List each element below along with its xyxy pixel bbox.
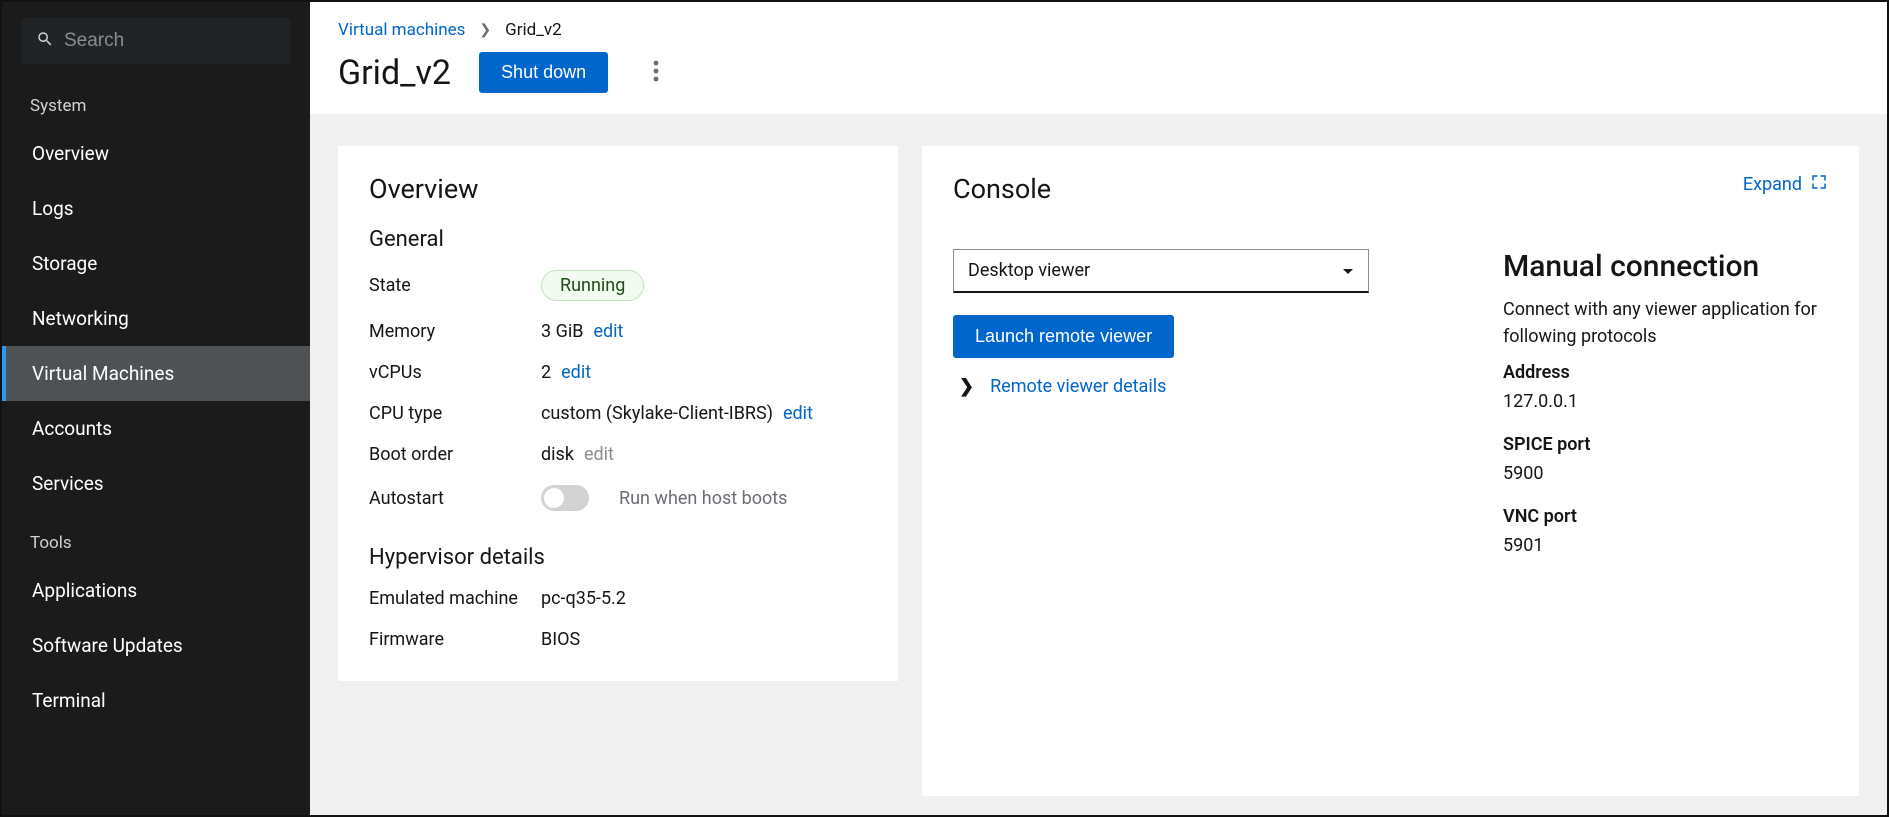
manual-connection-title: Manual connection — [1503, 249, 1828, 284]
search-icon — [36, 30, 54, 52]
spice-port-label: SPICE port — [1503, 434, 1828, 455]
sidebar-item-services[interactable]: Services — [2, 456, 310, 511]
kebab-icon — [653, 60, 659, 86]
vcpus-edit-link[interactable]: edit — [561, 362, 591, 383]
row-vcpus: vCPUs 2 edit — [369, 362, 867, 383]
kebab-menu-button[interactable] — [636, 53, 676, 93]
shutdown-button[interactable]: Shut down — [479, 52, 608, 93]
boot-order-edit-link: edit — [584, 444, 614, 465]
state-label: State — [369, 275, 541, 296]
top-bar: Virtual machines ❯ Grid_v2 Grid_v2 Shut … — [310, 2, 1887, 114]
sidebar-item-overview[interactable]: Overview — [2, 126, 310, 181]
expand-label: Expand — [1743, 174, 1802, 195]
breadcrumb-parent[interactable]: Virtual machines — [338, 20, 465, 40]
sidebar-item-networking[interactable]: Networking — [2, 291, 310, 346]
search-input[interactable] — [64, 30, 276, 52]
autostart-desc: Run when host boots — [619, 488, 787, 509]
sidebar-item-logs[interactable]: Logs — [2, 181, 310, 236]
row-firmware: Firmware BIOS — [369, 629, 867, 650]
vnc-port-label: VNC port — [1503, 506, 1828, 527]
autostart-label: Autostart — [369, 488, 541, 509]
cpu-type-edit-link[interactable]: edit — [783, 403, 813, 424]
firmware-value: BIOS — [541, 629, 580, 650]
expand-icon — [1810, 173, 1828, 196]
search-box[interactable] — [22, 18, 290, 64]
row-cpu-type: CPU type custom (Skylake-Client-IBRS) ed… — [369, 403, 867, 424]
viewer-select-value: Desktop viewer — [968, 260, 1090, 281]
memory-value: 3 GiB — [541, 321, 583, 342]
breadcrumb: Virtual machines ❯ Grid_v2 — [338, 20, 1859, 40]
row-autostart: Autostart Run when host boots — [369, 485, 867, 511]
sidebar: System Overview Logs Storage Networking … — [2, 2, 310, 815]
console-left: Desktop viewer Launch remote viewer ❯ Re… — [953, 249, 1443, 578]
sidebar-item-applications[interactable]: Applications — [2, 563, 310, 618]
main-area: Virtual machines ❯ Grid_v2 Grid_v2 Shut … — [310, 2, 1887, 815]
row-memory: Memory 3 GiB edit — [369, 321, 867, 342]
firmware-label: Firmware — [369, 629, 541, 650]
cpu-type-value: custom (Skylake-Client-IBRS) — [541, 403, 773, 424]
cpu-type-label: CPU type — [369, 403, 541, 424]
viewer-select[interactable]: Desktop viewer — [953, 249, 1369, 293]
launch-remote-viewer-button[interactable]: Launch remote viewer — [953, 315, 1174, 358]
sidebar-item-software-updates[interactable]: Software Updates — [2, 618, 310, 673]
address-value: 127.0.0.1 — [1503, 391, 1828, 412]
spice-port-value: 5900 — [1503, 463, 1828, 484]
row-emulated-machine: Emulated machine pc-q35-5.2 — [369, 588, 867, 609]
address-label: Address — [1503, 362, 1828, 383]
emulated-machine-label: Emulated machine — [369, 588, 541, 609]
nav-section-tools: Tools — [2, 511, 310, 563]
console-card: Console Expand Desktop viewer — [922, 146, 1859, 796]
console-title: Console — [953, 173, 1051, 205]
caret-down-icon — [1342, 260, 1354, 281]
expand-button[interactable]: Expand — [1743, 173, 1828, 196]
row-boot-order: Boot order disk edit — [369, 444, 867, 465]
overview-card: Overview General State Running Memory 3 … — [338, 146, 898, 681]
console-right: Manual connection Connect with any viewe… — [1503, 249, 1828, 578]
sidebar-item-accounts[interactable]: Accounts — [2, 401, 310, 456]
hypervisor-title: Hypervisor details — [369, 545, 867, 570]
vcpus-value: 2 — [541, 362, 551, 383]
boot-order-value: disk — [541, 444, 574, 465]
sidebar-item-terminal[interactable]: Terminal — [2, 673, 310, 728]
overview-title: Overview — [369, 173, 867, 205]
remote-viewer-details-label: Remote viewer details — [990, 376, 1166, 397]
row-state: State Running — [369, 270, 867, 301]
emulated-machine-value: pc-q35-5.2 — [541, 588, 626, 609]
sidebar-item-virtual-machines[interactable]: Virtual Machines — [2, 346, 310, 401]
autostart-toggle[interactable] — [541, 485, 589, 511]
sidebar-item-storage[interactable]: Storage — [2, 236, 310, 291]
chevron-right-icon: ❯ — [959, 376, 974, 397]
page-title: Grid_v2 — [338, 53, 451, 93]
boot-order-label: Boot order — [369, 444, 541, 465]
breadcrumb-current: Grid_v2 — [505, 20, 562, 40]
remote-viewer-details-toggle[interactable]: ❯ Remote viewer details — [959, 376, 1443, 397]
state-badge: Running — [541, 270, 644, 301]
content-area: Overview General State Running Memory 3 … — [310, 114, 1887, 815]
nav-section-system: System — [2, 74, 310, 126]
title-row: Grid_v2 Shut down — [338, 52, 1859, 93]
manual-connection-desc: Connect with any viewer application for … — [1503, 296, 1828, 350]
memory-edit-link[interactable]: edit — [593, 321, 623, 342]
chevron-right-icon: ❯ — [479, 22, 491, 38]
vnc-port-value: 5901 — [1503, 535, 1828, 556]
sidebar-search-wrap — [2, 2, 310, 74]
general-title: General — [369, 227, 867, 252]
vcpus-label: vCPUs — [369, 362, 541, 383]
memory-label: Memory — [369, 321, 541, 342]
